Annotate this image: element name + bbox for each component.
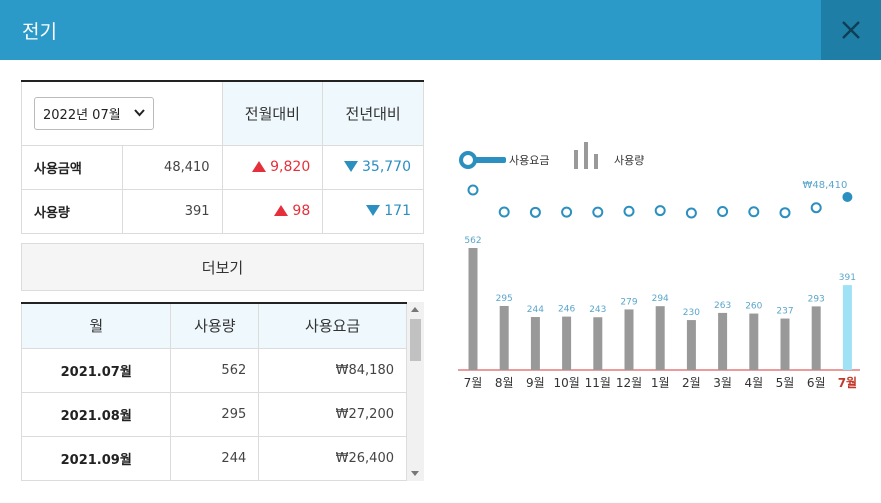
modal-header: 전기 [0, 0, 881, 60]
amount-value: 48,410 [121, 144, 223, 190]
chart-x-label: 11월 [585, 376, 611, 390]
down-arrow-icon [366, 205, 381, 216]
legend-bar-label: 사용량 [614, 154, 644, 167]
chart-bar [499, 305, 509, 370]
legend-line-icon-bar [474, 157, 506, 163]
chart-fee-point [779, 207, 791, 219]
summary-table: 2022년 07월 전월대비 전년대비 사용금액 48,410 9,820 35… [21, 80, 424, 234]
chart-bar [468, 248, 478, 370]
history-table: 월 사용량 사용요금 2021.07월 562 ₩84,180 2021.08월… [21, 304, 407, 481]
chart-bar [749, 313, 759, 370]
legend-line-label: 사용요금 [509, 154, 549, 167]
history-header-usage: 사용량 [170, 304, 260, 349]
chart-x-label: 8월 [495, 376, 514, 390]
close-button[interactable] [821, 0, 881, 60]
chart-bar [780, 318, 790, 370]
chart-x-label: 12월 [616, 376, 642, 390]
chart-fee-point [529, 206, 541, 218]
chart-fee-point [561, 206, 573, 218]
table-row: 2021.07월 562 ₩84,180 [21, 347, 407, 393]
chart-bar-value: 391 [839, 273, 856, 283]
chart-bar-value: 294 [652, 294, 669, 304]
chart-fee-point [498, 206, 510, 218]
legend-bar-icon-3 [594, 154, 598, 169]
row-label-amount: 사용금액 [21, 144, 123, 190]
chart-x-label: 2월 [682, 376, 701, 390]
close-icon [842, 21, 860, 39]
chart-x-label: 4월 [744, 376, 763, 390]
usage-value: 391 [121, 188, 223, 234]
chart-bar [530, 317, 540, 370]
history-header-month: 월 [21, 304, 172, 349]
chart-bar-value: 237 [776, 307, 793, 317]
chart-bar [655, 306, 665, 370]
history-header-fee: 사용요금 [258, 304, 407, 349]
history-scrollbar[interactable] [407, 302, 424, 481]
legend-bar-icon-2 [584, 142, 588, 169]
more-button[interactable]: 더보기 [21, 243, 424, 291]
chart-x-label: 10월 [553, 376, 579, 390]
scroll-thumb[interactable] [410, 319, 421, 361]
chart-x-label: 1월 [651, 376, 670, 390]
chart-bar [593, 317, 603, 370]
history-list[interactable]: 월 사용량 사용요금 2021.07월 562 ₩84,180 2021.08월… [21, 302, 407, 481]
chart-bar [562, 316, 572, 370]
chart-bar-value: 293 [808, 294, 825, 304]
chart-x-label: 9월 [526, 376, 545, 390]
legend-bar-icon-1 [574, 150, 578, 169]
chart-bar [718, 312, 728, 370]
chart-fee-point [842, 192, 853, 202]
chart-fee-point [810, 202, 822, 214]
row-label-usage: 사용량 [21, 188, 123, 234]
chart-fee-point [623, 205, 635, 217]
amount-yoy: 35,770 [322, 144, 424, 190]
up-arrow-icon [252, 161, 267, 172]
chart-bar-value: 295 [496, 294, 513, 304]
chart-x-label: 3월 [713, 376, 732, 390]
up-arrow-icon [274, 205, 289, 216]
chart-bar-value: 243 [589, 305, 606, 315]
chart-x-label: 5월 [776, 376, 795, 390]
chart-bar-value: 230 [683, 308, 700, 318]
table-row: 2021.08월 295 ₩27,200 [21, 391, 407, 437]
period-select[interactable]: 2022년 07월 [34, 96, 154, 130]
usage-chart: 사용요금 사용량 562 7월 295 8월 244 9월 246 10월 243 11월 279 12월… [458, 142, 860, 390]
chart-bar [842, 285, 852, 370]
chart-bar [811, 306, 821, 370]
scroll-up-icon[interactable] [411, 307, 419, 312]
chart-bar-value: 562 [464, 236, 481, 246]
chart-fee-point [654, 205, 666, 217]
period-select-value: 2022년 07월 [43, 107, 121, 123]
usage-yoy: 171 [322, 188, 424, 234]
chart-bar-value: 263 [714, 301, 731, 311]
chevron-down-icon [134, 109, 145, 117]
chart-x-label: 7월 [838, 375, 857, 390]
legend-line-icon [459, 151, 477, 169]
header-mom: 전월대비 [221, 80, 324, 146]
chart-fee-point [717, 206, 729, 218]
chart-bar [624, 309, 634, 370]
modal-title: 전기 [22, 21, 57, 43]
amount-mom: 9,820 [221, 144, 324, 190]
down-arrow-icon [344, 161, 358, 172]
chart-fee-point [592, 206, 604, 218]
chart-bar-value: 244 [527, 305, 544, 315]
chart-bar-value: 246 [558, 305, 575, 315]
chart-x-label: 6월 [807, 376, 826, 390]
table-row: 2021.09월 244 ₩26,400 [21, 435, 407, 481]
chart-fee-point [467, 184, 479, 196]
header-yoy: 전년대비 [322, 80, 424, 146]
chart-bar [686, 320, 696, 370]
chart-fee-point [748, 206, 760, 218]
chart-fee-point [685, 207, 697, 219]
chart-current-fee-label: ₩48,410 [803, 180, 848, 191]
chart-x-label: 7월 [464, 376, 483, 390]
usage-mom: 98 [221, 188, 324, 234]
chart-bar-value: 260 [745, 302, 762, 312]
scroll-down-icon[interactable] [411, 471, 419, 476]
chart-bar-value: 279 [620, 297, 637, 307]
electricity-modal: 전기 2022년 07월 전월대비 전년대비 사용금액 48,410 9,820… [0, 0, 881, 503]
